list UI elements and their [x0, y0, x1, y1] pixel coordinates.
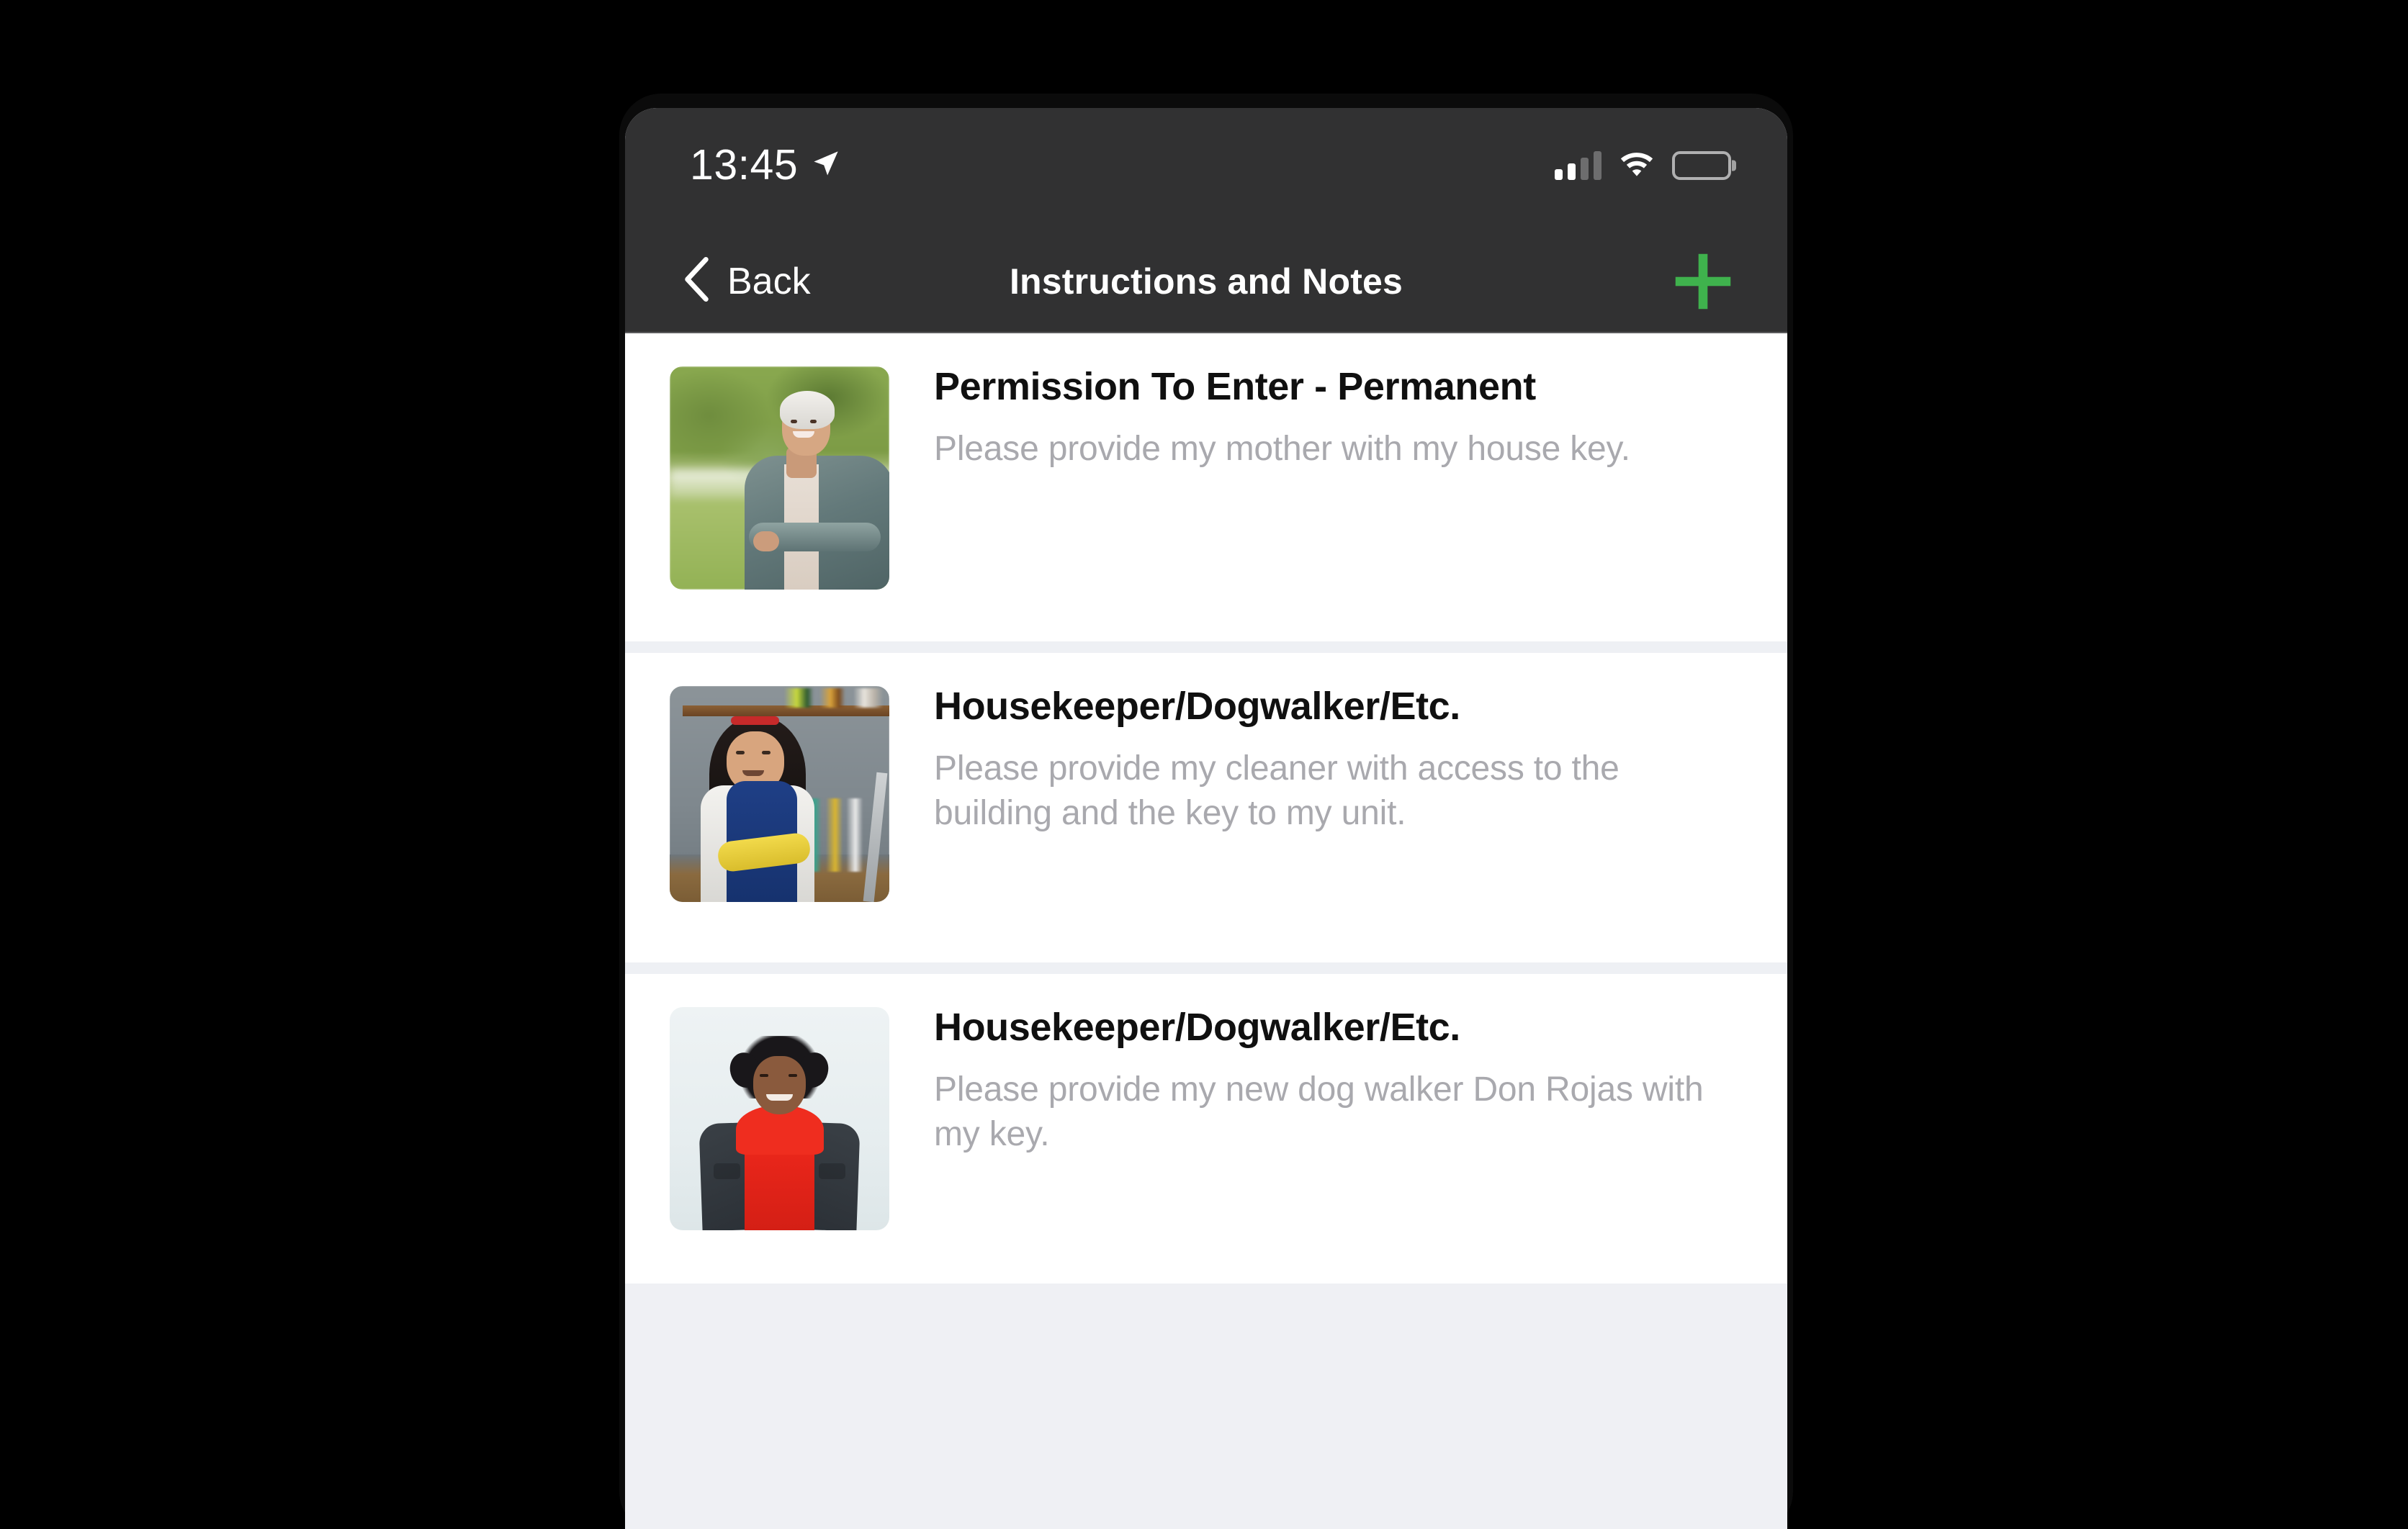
list-item-subtitle: Please provide my new dog walker Don Roj… [934, 1070, 1704, 1153]
instructions-notes-list: Permission To Enter - Permanent Please p… [625, 333, 1787, 1529]
battery-icon [1672, 150, 1736, 180]
list-empty-area [625, 1284, 1787, 1370]
back-button-label: Back [727, 260, 811, 302]
cleaner-in-kitchen-photo [670, 686, 889, 902]
list-item-title: Housekeeper/Dogwalker/Etc. [934, 1006, 1460, 1049]
list-item-subtitle: Please provide my cleaner with access to… [934, 749, 1619, 832]
list-item-thumbnail [670, 1007, 889, 1230]
status-time-group: 13:45 [690, 144, 841, 186]
list-separator [625, 962, 1787, 974]
location-arrow-icon [811, 148, 841, 182]
wifi-icon [1617, 148, 1656, 182]
screenshot-backdrop: 13:45 Back Instructions and Notes Permis… [0, 0, 2408, 1529]
phone-screen: 13:45 Back Instructions and Notes Permis… [625, 108, 1787, 1529]
list-item-text: Housekeeper/Dogwalker/Etc. Please provid… [889, 682, 1737, 835]
list-separator [625, 641, 1787, 653]
older-woman-in-park-photo [670, 366, 889, 590]
man-in-red-hoodie-photo [670, 1007, 889, 1230]
list-item-text: Housekeeper/Dogwalker/Etc. Please provid… [889, 1003, 1737, 1156]
list-item[interactable]: Permission To Enter - Permanent Please p… [625, 333, 1787, 641]
chevron-left-icon [681, 256, 711, 306]
status-time: 13:45 [690, 141, 799, 189]
list-item-subtitle: Please provide my mother with my house k… [934, 430, 1630, 469]
list-item-thumbnail [670, 686, 889, 902]
back-button[interactable]: Back [681, 256, 811, 306]
list-item[interactable]: Housekeeper/Dogwalker/Etc. Please provid… [625, 653, 1787, 962]
list-item[interactable]: Housekeeper/Dogwalker/Etc. Please provid… [625, 974, 1787, 1284]
phone-device-frame: 13:45 Back Instructions and Notes Permis… [619, 94, 1793, 1529]
list-item-title: Permission To Enter - Permanent [934, 365, 1536, 408]
list-item-thumbnail [670, 366, 889, 590]
add-note-button[interactable] [1671, 249, 1735, 314]
navigation-bar: Back Instructions and Notes [625, 230, 1787, 333]
list-item-text: Permission To Enter - Permanent Please p… [889, 362, 1737, 472]
plus-icon [1675, 253, 1731, 309]
status-bar: 13:45 [625, 108, 1787, 230]
list-item-title: Housekeeper/Dogwalker/Etc. [934, 685, 1460, 728]
cellular-signal-icon [1555, 150, 1601, 180]
status-indicators [1555, 148, 1736, 182]
